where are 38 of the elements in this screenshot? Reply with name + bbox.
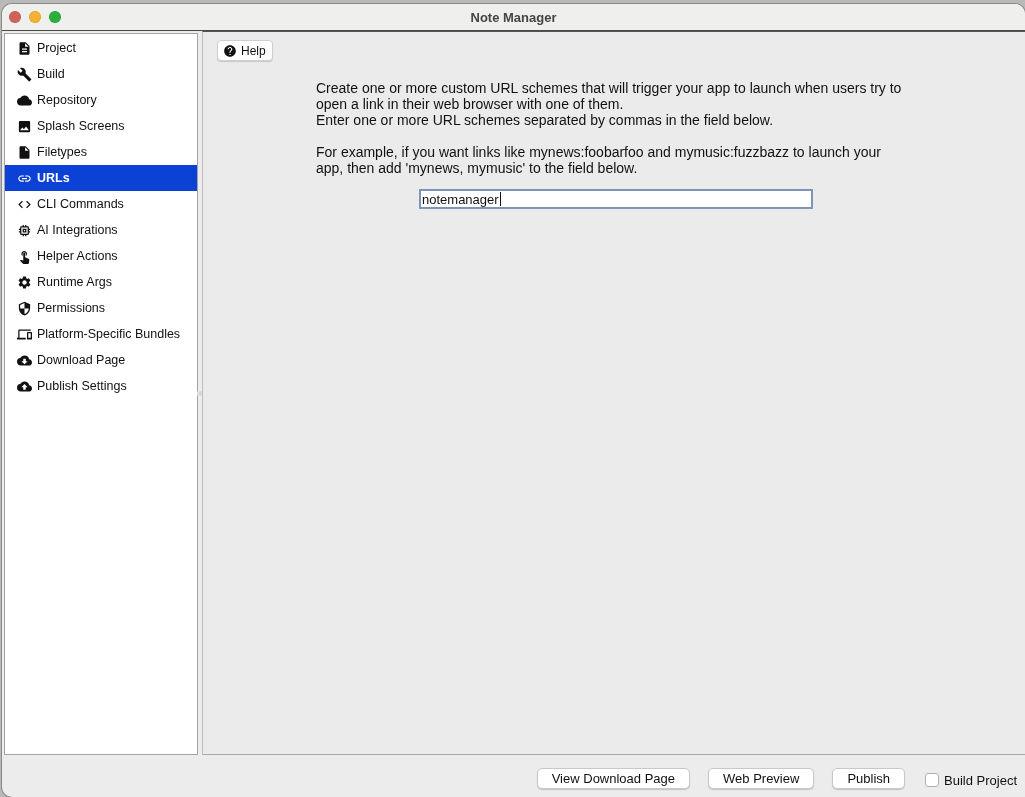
sidebar-item[interactable]: Publish Settings bbox=[5, 373, 197, 399]
help-button[interactable]: Help bbox=[217, 40, 273, 61]
sidebar-item[interactable]: Runtime Args bbox=[5, 269, 197, 295]
sidebar-item[interactable]: Splash Screens bbox=[5, 113, 197, 139]
zoom-button[interactable] bbox=[49, 11, 61, 23]
sidebar-item[interactable]: Helper Actions bbox=[5, 243, 197, 269]
shield-icon bbox=[17, 300, 32, 316]
sidebar-item[interactable]: Permissions bbox=[5, 295, 197, 321]
sidebar-item[interactable]: Repository bbox=[5, 87, 197, 113]
footer-button[interactable]: Web Preview bbox=[708, 768, 815, 789]
description-text: Enter one or more URL schemes separated by commas in the field below. bbox=[316, 112, 775, 128]
window-title: Note Manager bbox=[470, 9, 557, 25]
sidebar-item[interactable]: Build bbox=[5, 61, 197, 87]
sidebar-item[interactable]: URLs bbox=[5, 165, 197, 191]
sidebar-item[interactable]: AI Integrations bbox=[5, 217, 197, 243]
checkbox-label: Build Project bbox=[944, 772, 1017, 788]
minimize-button[interactable] bbox=[29, 11, 41, 23]
sidebar-item[interactable]: CLI Commands bbox=[5, 191, 197, 217]
sidebar-item[interactable]: Project bbox=[5, 35, 197, 61]
hand-pointer-icon bbox=[17, 248, 32, 264]
description-text: For example, if you want links like mynews:foobarfoo and mymusic:fuzzbazz to launch your app, then add 'mynews, mymusic' to the field below. bbox=[316, 144, 882, 176]
text-cursor-icon bbox=[499, 192, 501, 206]
input-field[interactable]: notemanager bbox=[419, 189, 813, 209]
description-text: Create one or more custom URL schemes that will trigger your app to launch when users try to open a link in their web browser with one of them. bbox=[316, 80, 903, 112]
file-icon bbox=[17, 144, 32, 160]
footer-button[interactable]: View Download Page bbox=[536, 768, 691, 789]
close-button[interactable] bbox=[9, 11, 21, 23]
sidebar-item[interactable]: Download Page bbox=[5, 347, 197, 373]
sidebar-item[interactable]: Platform-Specific Bundles bbox=[5, 321, 197, 347]
chip-icon bbox=[17, 222, 32, 238]
gear-icon bbox=[17, 274, 32, 290]
wrench-icon bbox=[17, 66, 32, 82]
sidebar-item[interactable]: Filetypes bbox=[5, 139, 197, 165]
footer-button[interactable]: Publish bbox=[832, 768, 905, 789]
image-icon bbox=[17, 118, 32, 134]
document-icon bbox=[17, 40, 32, 56]
checkbox[interactable] bbox=[925, 773, 939, 787]
help-icon bbox=[223, 43, 237, 58]
